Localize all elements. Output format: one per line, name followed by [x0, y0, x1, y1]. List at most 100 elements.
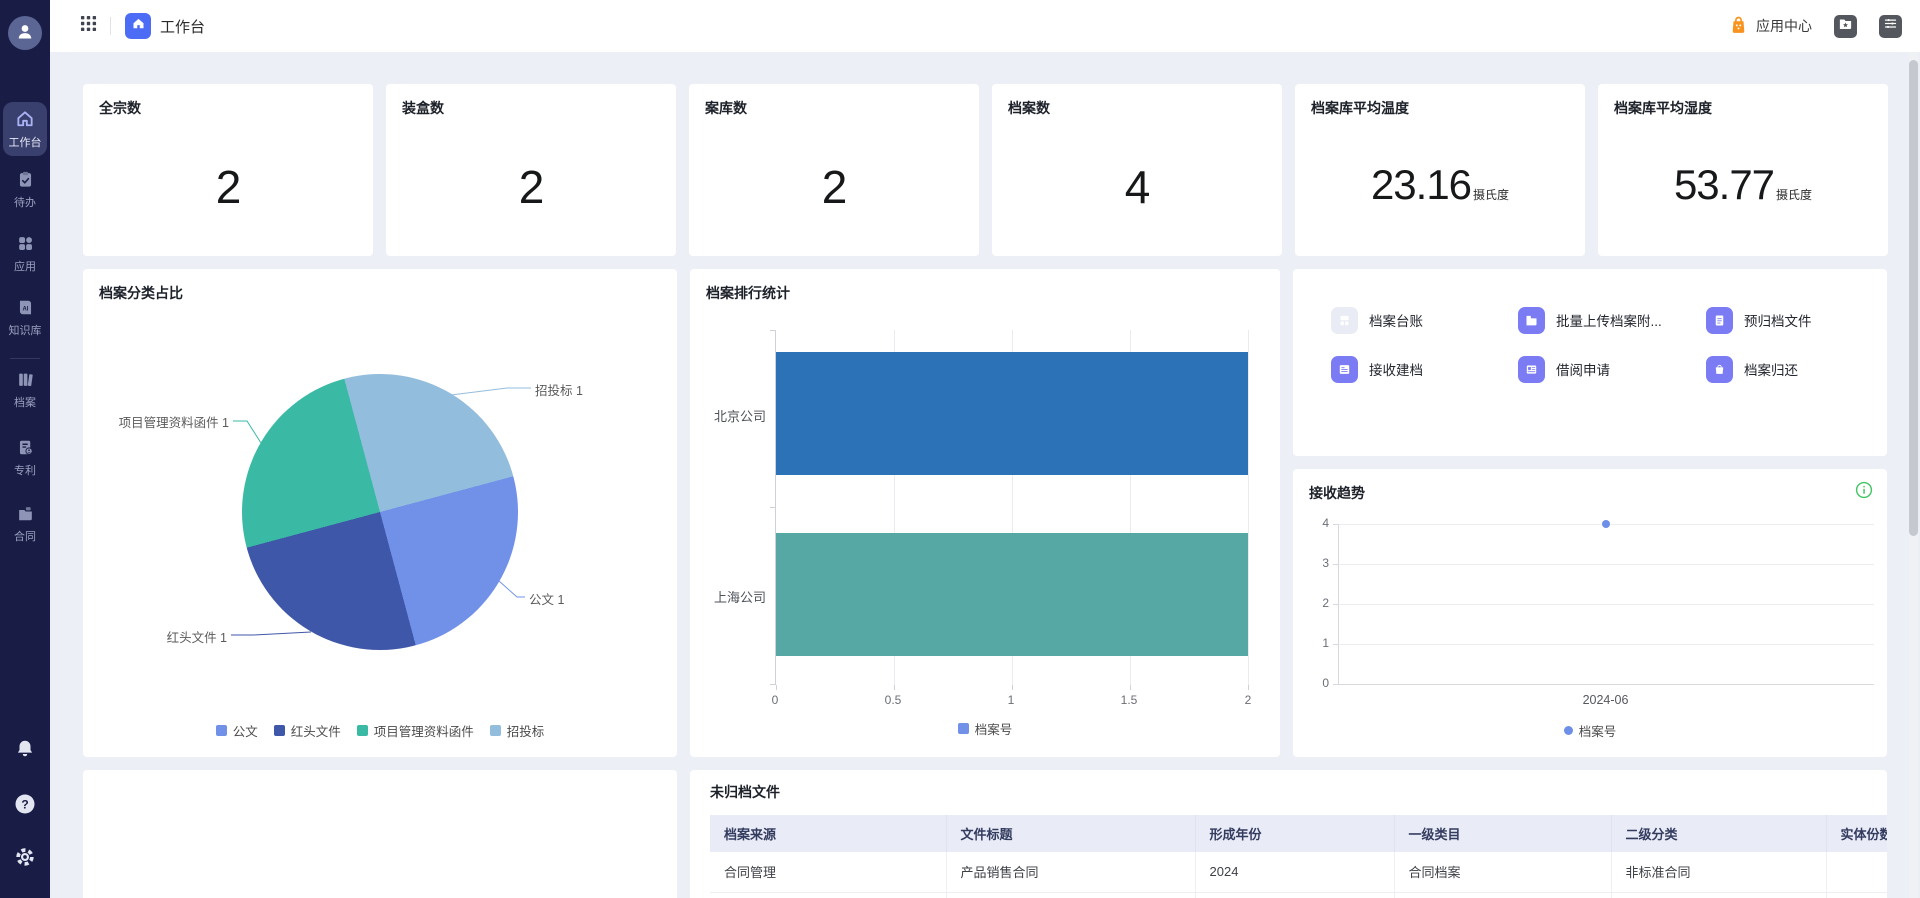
- bar-plot-area: [775, 330, 1248, 685]
- legend-item[interactable]: 招投标: [490, 721, 545, 740]
- stat-card-avg-temperature: 档案库平均温度 23.16 摄氏度: [1295, 84, 1585, 256]
- stat-unit: 摄氏度: [1776, 186, 1812, 203]
- stat-card-avg-humidity: 档案库平均湿度 53.77 摄氏度: [1598, 84, 1888, 256]
- scrollbar-thumb[interactable]: [1909, 60, 1918, 536]
- main-content: 全宗数 2 装盒数 2 案库数 2 档案数 4 档案库平均温度 23.16 摄氏…: [50, 52, 1920, 898]
- quick-link-label: 档案归还: [1744, 359, 1798, 379]
- quick-link-receive-create[interactable]: 接收建档: [1331, 354, 1423, 384]
- stat-title: 装盒数: [402, 98, 444, 118]
- info-icon[interactable]: [1855, 481, 1873, 504]
- column-header: 档案来源: [710, 815, 946, 852]
- x-tick-label: 0.5: [873, 693, 913, 707]
- sidebar-item-apps[interactable]: 应用: [0, 234, 50, 274]
- pie-callout-zhaotoubiao: 招投标 1: [535, 380, 583, 399]
- stat-value: 4: [1125, 164, 1150, 210]
- legend-item[interactable]: 项目管理资料函件: [357, 721, 474, 740]
- bar-shanghai: [776, 533, 1248, 656]
- table-title: 未归档文件: [710, 782, 780, 802]
- table-wrapper: 档案来源 文件标题 形成年份 一级类目 二级分类 实体份数 合同管理 产品销售合…: [710, 815, 1887, 898]
- svg-text:AI: AI: [22, 306, 28, 312]
- sidebar-divider: [10, 358, 40, 359]
- pie-legend: 公文 红头文件 项目管理资料函件 招投标: [83, 721, 677, 740]
- legend-item[interactable]: 红头文件: [274, 721, 341, 740]
- column-header: 一级类目: [1394, 815, 1611, 852]
- sidebar-item-todo[interactable]: 待办: [0, 170, 50, 210]
- quick-link-pre-archive[interactable]: 预归档文件: [1706, 305, 1812, 335]
- legend-item[interactable]: 档案号: [1564, 721, 1617, 740]
- x-axis-line: [1339, 684, 1874, 685]
- stat-card-archive-count: 档案数 4: [992, 84, 1282, 256]
- quick-link-batch-upload[interactable]: 批量上传档案附...: [1518, 305, 1662, 335]
- quick-link-archive-ledger[interactable]: 档案台账: [1331, 305, 1423, 335]
- notifications-button[interactable]: [0, 738, 50, 765]
- stat-title: 档案库平均湿度: [1614, 98, 1712, 118]
- bottom-left-card: [83, 770, 677, 898]
- quick-link-archive-return[interactable]: 档案归还: [1706, 354, 1798, 384]
- axis-tick: [1333, 604, 1339, 605]
- user-avatar[interactable]: [8, 16, 42, 50]
- stat-title: 档案数: [1008, 98, 1050, 118]
- sidebar-item-label: 工作台: [3, 137, 47, 150]
- y-tick-label: 4: [1293, 516, 1329, 530]
- sidebar-item-label: 合同: [0, 531, 50, 544]
- quick-link-borrow-apply[interactable]: 借阅申请: [1518, 354, 1610, 384]
- app-launcher-icon[interactable]: [80, 15, 97, 37]
- person-icon: [15, 21, 35, 46]
- legend-label: 招投标: [507, 721, 545, 740]
- legend-label: 公文: [233, 721, 258, 740]
- legend-item[interactable]: 公文: [216, 721, 258, 740]
- sidebar-item-label: 专利: [0, 465, 50, 478]
- chart-title: 档案排行统计: [706, 283, 790, 303]
- stat-title: 档案库平均温度: [1311, 98, 1409, 118]
- svg-text:?: ?: [21, 798, 28, 812]
- pre-archive-doc-icon: [1706, 307, 1733, 334]
- legend-item[interactable]: 档案号: [958, 719, 1013, 738]
- panel-settings-button[interactable]: [1879, 15, 1902, 38]
- apps-grid-icon: [16, 240, 35, 257]
- sidebar-item-label: 待办: [0, 197, 50, 210]
- chart-title: 接收趋势: [1309, 483, 1365, 503]
- column-header: 文件标题: [946, 815, 1195, 852]
- patent-doc-icon: [16, 444, 35, 461]
- sidebar-item-contract[interactable]: 合同: [0, 504, 50, 544]
- table-row-partial: [710, 892, 1887, 898]
- legend-swatch: [216, 725, 227, 736]
- y-tick-label: 0: [1293, 676, 1329, 690]
- sidebar-item-patent[interactable]: 专利: [0, 438, 50, 478]
- pie-callout-gongwen: 公文 1: [529, 589, 564, 608]
- x-tick-label: 2024-06: [1338, 693, 1873, 707]
- contract-folder-icon: [16, 510, 35, 527]
- help-button[interactable]: ?: [0, 792, 50, 821]
- bar-beijing: [776, 352, 1248, 475]
- legend-swatch: [490, 725, 501, 736]
- axis-tick: [776, 685, 777, 690]
- ai-book-icon: AI: [16, 304, 35, 321]
- sidebar-item-knowledge[interactable]: AI 知识库: [0, 298, 50, 338]
- shopping-bag-icon: [1728, 14, 1749, 38]
- archive-return-icon: [1706, 356, 1733, 383]
- quick-link-label: 预归档文件: [1744, 310, 1812, 330]
- home-icon: [15, 116, 35, 133]
- bell-icon: [14, 747, 36, 764]
- workspace-home-badge[interactable]: [125, 13, 151, 39]
- axis-tick: [770, 684, 776, 685]
- favorites-folder-button[interactable]: [1834, 15, 1857, 38]
- sidebar-item-workbench[interactable]: 工作台: [3, 102, 47, 156]
- legend-label: 红头文件: [291, 721, 341, 740]
- sidebar-item-archives[interactable]: 档案: [0, 370, 50, 410]
- app-center-label: 应用中心: [1756, 16, 1812, 36]
- sidebar-item-label: 知识库: [0, 325, 50, 338]
- axis-tick: [1248, 685, 1249, 690]
- trend-plot-area: [1338, 524, 1873, 685]
- gridline: [1248, 330, 1249, 685]
- app-center-button[interactable]: 应用中心: [1728, 14, 1812, 38]
- stat-value: 23.16: [1371, 164, 1471, 206]
- table-row[interactable]: 合同管理 产品销售合同 2024 合同档案 非标准合同: [710, 852, 1887, 892]
- x-tick-label: 1.5: [1109, 693, 1149, 707]
- legend-label: 档案号: [975, 719, 1013, 738]
- settings-button[interactable]: [0, 846, 50, 873]
- stat-value: 2: [216, 164, 241, 210]
- column-header: 二级分类: [1611, 815, 1826, 852]
- y-tick-label: 1: [1293, 636, 1329, 650]
- sidebar-item-label: 应用: [0, 261, 50, 274]
